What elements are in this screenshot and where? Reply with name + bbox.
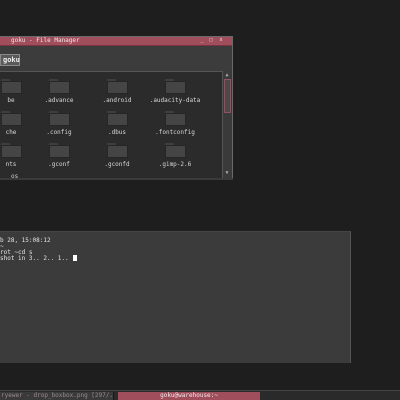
folder-item[interactable]: .android	[85, 79, 149, 107]
location-button-home[interactable]: goku	[0, 54, 20, 66]
folder-icon	[49, 111, 70, 127]
folder-icon	[107, 111, 128, 127]
folder-label: .audacity-data	[149, 97, 201, 104]
taskbar-item-image-viewer[interactable]: ryewer - drop_boxbox.png [297/...	[0, 392, 114, 400]
scroll-down-icon[interactable]: ▼	[224, 170, 230, 176]
scrollbar-thumb[interactable]	[224, 79, 231, 113]
folder-label: .config	[46, 129, 72, 136]
folder-item[interactable]: .dbus	[85, 111, 149, 139]
text-cursor	[73, 255, 78, 261]
folder-icon	[49, 79, 70, 95]
folder-item[interactable]: .gimp-2.6	[143, 143, 207, 171]
vertical-scrollbar[interactable]: ▲ ▼	[222, 71, 231, 178]
folder-icon	[107, 79, 128, 95]
folder-item[interactable]: .config	[27, 111, 91, 139]
folder-label: .gconfd	[104, 161, 130, 168]
folder-label: .gimp-2.6	[158, 161, 192, 168]
folder-label: .android	[102, 97, 132, 104]
folder-item[interactable]: .gconf	[27, 143, 91, 171]
taskbar: ryewer - drop_boxbox.png [297/... goku@w…	[0, 390, 400, 400]
folder-icon	[165, 111, 186, 127]
folder-icon	[165, 143, 186, 159]
terminal-line-text: shot in 3.. 2.. 1..	[0, 255, 73, 262]
folder-icon	[1, 111, 22, 127]
scroll-up-icon[interactable]: ▲	[224, 72, 230, 78]
taskbar-item-terminal[interactable]: goku@warehouse:~	[118, 392, 260, 400]
status-text: os	[11, 173, 19, 180]
folder-item[interactable]: .advance	[27, 79, 91, 107]
folder-icon	[49, 143, 70, 159]
location-bar: goku	[0, 46, 232, 71]
file-manager-window: goku - File Manager _ □ x goku be .advan…	[0, 36, 233, 180]
minimize-button[interactable]: _	[199, 38, 205, 43]
folder-item[interactable]: .gconfd	[85, 143, 149, 171]
status-bar	[0, 178, 233, 180]
title-bar[interactable]: goku - File Manager _ □ x	[0, 37, 232, 46]
folder-icon	[1, 79, 22, 95]
folder-label: .gconf	[48, 161, 70, 168]
folder-item[interactable]: .audacity-data	[143, 79, 207, 107]
folder-icon	[1, 143, 22, 159]
folder-icon	[107, 143, 128, 159]
terminal-line: b 28, 15:08:12	[0, 237, 51, 244]
terminal-window[interactable]: b 28, 15:08:12 ~ rot ~cd s shot in 3.. 2…	[0, 231, 351, 363]
close-button[interactable]: x	[218, 38, 224, 43]
terminal-prompt-line: shot in 3.. 2.. 1..	[0, 255, 78, 262]
folder-label: .dbus	[107, 129, 127, 136]
folder-label: .fontconfig	[155, 129, 195, 136]
maximize-button[interactable]: □	[208, 38, 214, 43]
folder-icon	[165, 79, 186, 95]
window-title: goku - File Manager	[11, 37, 80, 44]
file-view[interactable]: be .advance .android .audacity-data che …	[0, 71, 222, 179]
folder-label: .advance	[44, 97, 74, 104]
folder-item[interactable]: .fontconfig	[143, 111, 207, 139]
